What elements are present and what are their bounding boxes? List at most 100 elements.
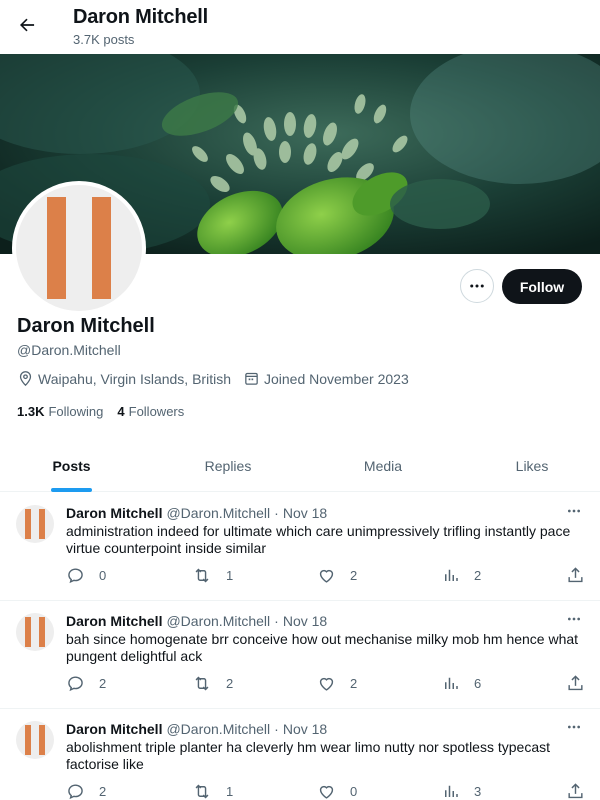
top-bar: Daron Mitchell 3.7K posts	[0, 0, 600, 54]
view-count: 3	[474, 783, 482, 799]
post-author-handle[interactable]: @Daron.Mitchell	[166, 721, 270, 737]
followers-count: 4	[117, 404, 125, 419]
tab-media[interactable]: Media	[313, 440, 453, 492]
post-date[interactable]: Nov 18	[283, 613, 327, 629]
tab-replies[interactable]: Replies	[143, 440, 313, 492]
views-button[interactable]: 2	[442, 566, 481, 584]
share-button[interactable]	[566, 674, 599, 693]
heart-icon	[319, 785, 334, 799]
post-more-button[interactable]	[564, 503, 584, 519]
reply-count: 2	[99, 784, 107, 799]
analytics-icon	[445, 785, 458, 797]
heart-icon	[319, 677, 334, 691]
repost-icon	[195, 676, 209, 691]
header-post-count: 3.7K posts	[73, 32, 135, 47]
tab-likes[interactable]: Likes	[453, 440, 600, 492]
post-more-button[interactable]	[564, 719, 584, 735]
heart-icon	[319, 569, 334, 583]
following-link[interactable]: 1.3K Following	[17, 404, 103, 419]
post-more-button[interactable]	[564, 611, 584, 627]
reply-button[interactable]: 0	[66, 566, 106, 585]
post-author-name[interactable]: Daron Mitchell	[66, 721, 162, 737]
post-text: bah since homogenate brr conceive how ou…	[66, 631, 579, 664]
post-separator: ·	[274, 721, 279, 737]
avatar-image	[16, 185, 142, 311]
reply-count: 0	[99, 568, 107, 583]
post-item[interactable]: Daron Mitchell @Daron.Mitchell · Nov 18 …	[0, 493, 600, 601]
more-horizontal-icon	[568, 725, 580, 729]
reply-icon	[68, 676, 83, 692]
post-author-handle[interactable]: @Daron.Mitchell	[166, 505, 270, 521]
post-actions: 2 1 0 3	[66, 782, 586, 800]
more-horizontal-icon	[568, 509, 580, 513]
post-author-name[interactable]: Daron Mitchell	[66, 613, 162, 629]
reply-icon	[68, 568, 83, 584]
profile-name: Daron Mitchell	[17, 315, 155, 337]
like-count: 0	[350, 784, 358, 799]
active-tab-indicator	[51, 488, 92, 492]
more-horizontal-icon	[568, 617, 580, 621]
followers-link[interactable]: 4 Followers	[117, 404, 184, 419]
share-button[interactable]	[566, 566, 599, 585]
post-author-handle[interactable]: @Daron.Mitchell	[166, 613, 270, 629]
profile-location: Waipahu, Virgin Islands, British	[17, 370, 231, 387]
post-date[interactable]: Nov 18	[283, 505, 327, 521]
post-text: administration indeed for ultimate which…	[66, 523, 571, 556]
share-button[interactable]	[566, 782, 599, 800]
location-text: Waipahu, Virgin Islands, British	[38, 370, 231, 387]
share-icon	[568, 783, 583, 799]
post-avatar[interactable]	[16, 505, 54, 543]
view-count: 2	[474, 567, 482, 583]
post-actions: 2 2 2 6	[66, 674, 586, 696]
reply-icon	[68, 784, 83, 800]
location-pin-icon	[19, 371, 32, 387]
repost-icon	[195, 784, 209, 799]
share-icon	[568, 675, 583, 691]
post-separator: ·	[274, 505, 279, 521]
post-avatar[interactable]	[16, 613, 54, 651]
post-actions: 0 1 2 2	[66, 566, 586, 588]
like-button[interactable]: 2	[317, 674, 357, 693]
profile-avatar[interactable]	[12, 181, 146, 315]
repost-button[interactable]: 1	[192, 782, 233, 800]
following-count: 1.3K	[17, 404, 45, 419]
view-count: 6	[474, 675, 482, 691]
post-separator: ·	[274, 613, 279, 629]
repost-count: 2	[226, 676, 234, 691]
profile-handle: @Daron.Mitchell	[17, 342, 121, 358]
repost-icon	[195, 568, 209, 583]
reply-count: 2	[99, 676, 107, 691]
post-date[interactable]: Nov 18	[283, 721, 327, 737]
reply-button[interactable]: 2	[66, 674, 106, 693]
post-header: Daron Mitchell @Daron.Mitchell · Nov 18	[66, 505, 327, 521]
follow-stats: 1.3K Following 4 Followers	[17, 404, 198, 419]
repost-count: 1	[226, 784, 234, 799]
views-button[interactable]: 3	[442, 782, 481, 800]
follow-button[interactable]: Follow	[502, 269, 582, 304]
post-item[interactable]: Daron Mitchell @Daron.Mitchell · Nov 18 …	[0, 709, 600, 800]
reply-button[interactable]: 2	[66, 782, 106, 800]
repost-button[interactable]: 1	[192, 566, 233, 585]
post-header: Daron Mitchell @Daron.Mitchell · Nov 18	[66, 613, 327, 629]
more-options-button[interactable]	[460, 269, 494, 303]
views-button[interactable]: 6	[442, 674, 481, 692]
repost-button[interactable]: 2	[192, 674, 233, 693]
back-button[interactable]	[10, 8, 44, 42]
analytics-icon	[445, 569, 458, 581]
like-count: 2	[350, 568, 358, 583]
profile-joined: Joined November 2023	[243, 370, 409, 387]
post-avatar[interactable]	[16, 721, 54, 759]
profile-tabs: Posts Replies Media Likes	[0, 440, 600, 492]
post-author-name[interactable]: Daron Mitchell	[66, 505, 162, 521]
header-title: Daron Mitchell	[73, 6, 208, 28]
profile-meta: Waipahu, Virgin Islands, British Joined …	[17, 370, 421, 387]
tab-posts[interactable]: Posts	[0, 440, 143, 492]
following-label: Following	[48, 404, 104, 419]
like-button[interactable]: 0	[317, 782, 357, 800]
arrow-left-icon	[20, 18, 35, 32]
share-icon	[568, 567, 583, 583]
like-button[interactable]: 2	[317, 566, 357, 585]
repost-count: 1	[226, 568, 234, 583]
post-item[interactable]: Daron Mitchell @Daron.Mitchell · Nov 18 …	[0, 601, 600, 709]
followers-label: Followers	[128, 404, 185, 419]
